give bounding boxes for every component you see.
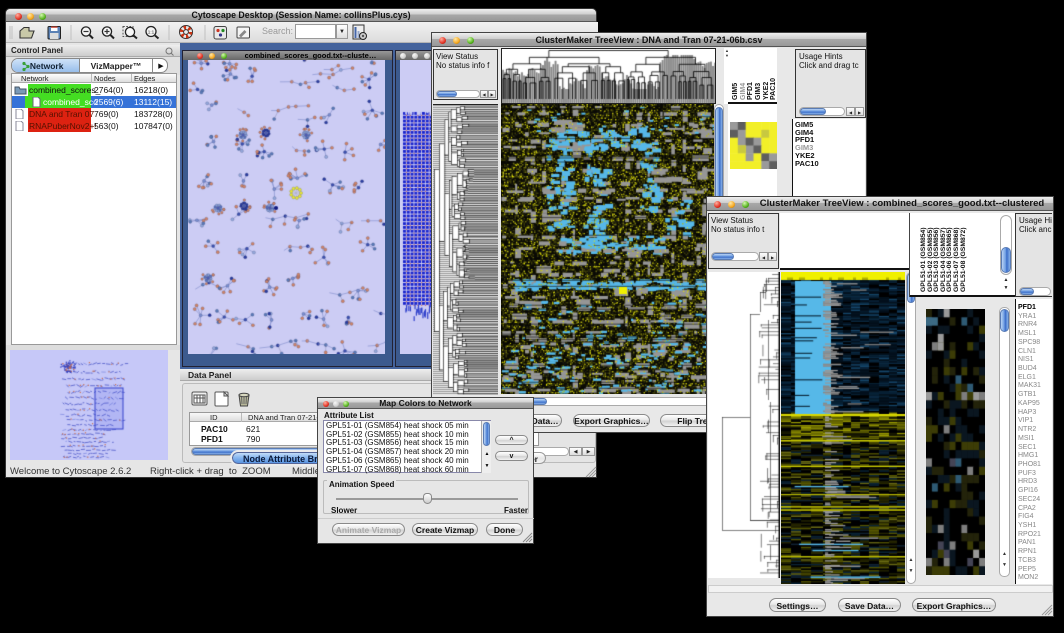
svg-text:YKE2: YKE2: [763, 82, 770, 100]
svg-text:PAC10: PAC10: [770, 78, 777, 100]
svg-text:GIM5: GIM5: [732, 83, 739, 100]
svg-text:GPL51-08 (GSM872): GPL51-08 (GSM872): [960, 227, 967, 292]
svg-text:GPL51-07 (GSM868): GPL51-07 (GSM868): [953, 227, 960, 292]
svg-text:GPL51-06 (GSM865): GPL51-06 (GSM865): [946, 227, 953, 292]
svg-text:GPL51-03 (GSM856): GPL51-03 (GSM856): [933, 227, 940, 292]
svg-text:GIM3: GIM3: [755, 83, 762, 100]
svg-text:1:1: 1:1: [148, 30, 155, 35]
svg-text:GIM4: GIM4: [740, 83, 747, 100]
svg-text:PFD1: PFD1: [747, 82, 754, 100]
svg-text:GPL51-01 (GSM854): GPL51-01 (GSM854): [920, 227, 927, 292]
